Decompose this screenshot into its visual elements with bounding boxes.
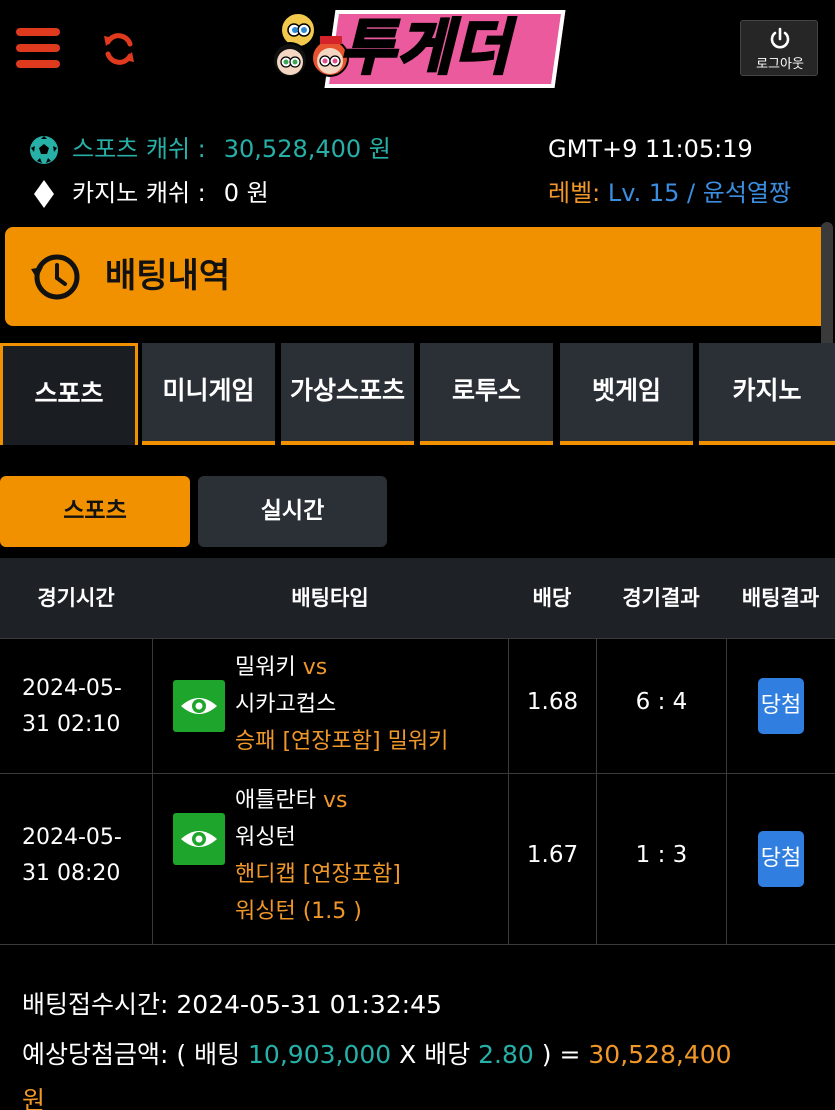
logout-button[interactable]: 로그아웃 xyxy=(740,20,818,76)
expected-win-line: 예상당첨금액: ( 배팅 10,903,000 X 배당 2.80 ) = 30… xyxy=(22,1032,822,1110)
bet-summary: 배팅접수시간: 2024-05-31 01:32:45 예상당첨금액: ( 배팅… xyxy=(22,982,822,1110)
vs-label: vs xyxy=(322,788,348,813)
bet-selection-detail: 워싱턴 (1.5 ) xyxy=(235,899,362,924)
tab-sports[interactable]: 스포츠 xyxy=(0,343,138,445)
col-bet-result: 배팅결과 xyxy=(741,586,820,610)
tab-betgame[interactable]: 벳게임 xyxy=(560,343,693,445)
user-level: 레벨: Lv. 15 / 윤석열짱 xyxy=(548,176,791,210)
subtab-live[interactable]: 실시간 xyxy=(198,476,387,547)
total-odds: 2.80 xyxy=(478,1040,534,1069)
expected-label: 예상당첨금액: ( 배팅 xyxy=(22,1040,241,1069)
accept-time-line: 배팅접수시간: 2024-05-31 01:32:45 xyxy=(22,982,822,1028)
diamond-icon xyxy=(34,180,54,208)
table-row: 2024-05- 31 08:20 애틀란타 vs 워싱턴 핸디캡 [연장포함]… xyxy=(0,774,835,945)
expected-value: 30,528,400 xyxy=(588,1040,732,1069)
view-detail-button[interactable] xyxy=(173,813,225,865)
tab-casino[interactable]: 카지노 xyxy=(699,343,835,445)
col-bet-type: 배팅타입 xyxy=(291,586,369,610)
history-clock-icon xyxy=(31,254,80,300)
match-teams: 애틀란타 vs 워싱턴 핸디캡 [연장포함] 워싱턴 (1.5 ) xyxy=(235,782,401,930)
tab-minigame[interactable]: 미니게임 xyxy=(142,343,275,445)
match-date: 2024-05- 31 02:10 xyxy=(22,676,122,737)
level-label: 레벨: xyxy=(548,179,601,207)
top-header: 투게더 로그아웃 xyxy=(0,0,835,100)
casino-cash-label: 카지노 캐쉬 : xyxy=(72,179,206,207)
sports-cash-label: 스포츠 캐쉬 : xyxy=(72,135,206,163)
page-title-bar: 배팅내역 xyxy=(5,227,830,326)
tab-virtual-sports[interactable]: 가상스포츠 xyxy=(281,343,414,445)
eye-icon xyxy=(181,698,217,714)
accept-time-label: 배팅접수시간: xyxy=(22,990,169,1019)
match-date: 2024-05- 31 08:20 xyxy=(22,825,122,886)
subtab-sports[interactable]: 스포츠 xyxy=(0,476,190,547)
level-value: Lv. 15 / 윤석열짱 xyxy=(607,179,792,207)
casino-cash-row: 카지노 캐쉬 : 0 원 xyxy=(28,176,269,210)
bet-selection: 승패 [연장포함] 밀워키 xyxy=(235,729,449,754)
menu-icon[interactable] xyxy=(16,28,60,72)
match-teams: 밀워키 vs 시카고컵스 승패 [연장포함] 밀워키 xyxy=(235,649,448,760)
accept-time-value: 2024-05-31 01:32:45 xyxy=(176,990,442,1019)
site-logo[interactable]: 투게더 xyxy=(268,4,566,90)
eye-icon xyxy=(181,831,217,847)
category-tabs: 스포츠 미니게임 가상스포츠 로투스 벳게임 카지노 xyxy=(0,343,835,445)
sports-cash-value: 30,528,400 원 xyxy=(223,135,391,163)
equals-label: ) = xyxy=(541,1040,581,1069)
away-team: 워싱턴 xyxy=(235,825,296,850)
odds-value: 1.68 xyxy=(526,689,579,715)
odds-value: 1.67 xyxy=(526,842,579,868)
table-header: 경기시간 배팅타입 배당 경기결과 배팅결과 xyxy=(0,558,835,638)
vs-label: vs xyxy=(302,655,328,680)
match-score: 1 : 3 xyxy=(635,842,688,868)
server-clock: GMT+9 11:05:19 xyxy=(548,135,753,163)
col-match-result: 경기결과 xyxy=(622,586,700,610)
table-row: 2024-05- 31 02:10 밀워키 vs 시카고컵스 승패 [연장포함]… xyxy=(0,638,835,775)
account-info: 스포츠 캐쉬 : 30,528,400 원 카지노 캐쉬 : 0 원 GMT+9 1… xyxy=(0,120,835,220)
home-team: 애틀란타 xyxy=(235,788,316,813)
soccer-ball-icon xyxy=(30,136,58,164)
home-team: 밀워키 xyxy=(235,655,296,680)
match-score: 6 : 4 xyxy=(635,689,688,715)
win-badge: 당첨 xyxy=(758,678,804,734)
logout-label: 로그아웃 xyxy=(756,57,804,72)
page-title: 배팅내역 xyxy=(105,256,231,296)
refresh-icon[interactable] xyxy=(100,30,138,68)
sports-cash-row: 스포츠 캐쉬 : 30,528,400 원 xyxy=(28,132,391,166)
casino-cash-value: 0 원 xyxy=(223,179,269,207)
logo-text: 투게더 xyxy=(339,12,512,85)
bet-amount: 10,903,000 xyxy=(248,1040,392,1069)
win-badge: 당첨 xyxy=(758,831,804,887)
col-match-time: 경기시간 xyxy=(37,586,115,610)
view-detail-button[interactable] xyxy=(173,680,225,732)
away-team: 시카고컵스 xyxy=(235,692,337,717)
bet-selection: 핸디캡 [연장포함] xyxy=(235,862,401,887)
tab-lotus[interactable]: 로투스 xyxy=(420,343,553,445)
power-icon xyxy=(770,27,790,49)
x-odds-label: X 배당 xyxy=(399,1040,471,1069)
col-odds: 배당 xyxy=(532,586,572,610)
currency-unit: 원 xyxy=(22,1086,46,1110)
